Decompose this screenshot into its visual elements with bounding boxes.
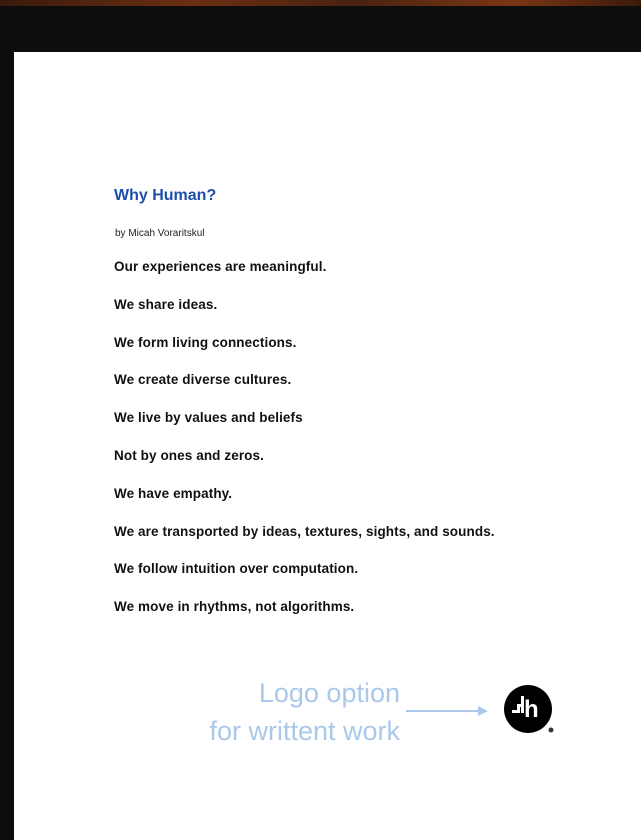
poem-line: We move in rhythms, not algorithms. (114, 599, 355, 615)
poem-line: We follow intuition over computation. (114, 561, 359, 577)
poem-line: We share ideas. (114, 296, 218, 312)
poem-line: Our experiences are meaningful. (114, 259, 327, 274)
screen-frame: Why Human? by Micah Voraritskul Our expe… (0, 0, 641, 840)
arrow-right-icon (406, 706, 488, 716)
annotation-line-2: for writtent work (209, 716, 400, 746)
poem-line: We are transported by ideas, textures, s… (114, 523, 495, 539)
annotation-line-1: Logo option (258, 678, 400, 708)
top-edge-strip (0, 0, 641, 6)
poem-line: We live by values and beliefs (114, 410, 303, 426)
document-title: Why Human? (114, 187, 217, 204)
logo-letter: h (524, 696, 539, 723)
document-page: Why Human? by Micah Voraritskul Our expe… (14, 52, 641, 840)
poem-line: We have empathy. (114, 485, 233, 501)
poem-line: We create diverse cultures. (114, 372, 292, 388)
brand-logo-icon: h (504, 685, 554, 733)
logo-option-annotation: Logo option for writtent work (164, 674, 400, 750)
poem-lines: Our experiences are meaningful. We share… (114, 259, 495, 637)
document-author: by Micah Voraritskul (115, 228, 205, 239)
poem-line: Not by ones and zeros. (114, 447, 264, 463)
poem-line: We form living connections. (114, 334, 297, 350)
